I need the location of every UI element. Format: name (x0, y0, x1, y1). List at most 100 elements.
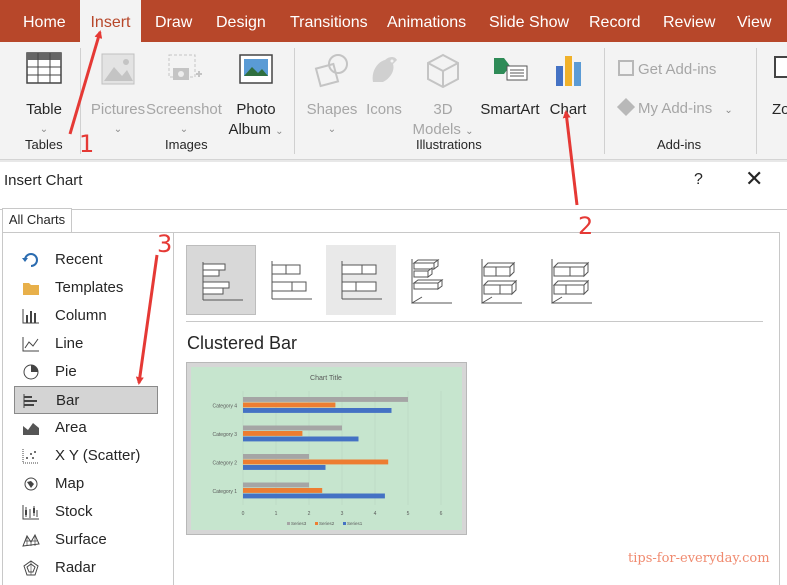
bar-series1-2 (243, 465, 326, 470)
chart-type-label: Area (55, 419, 87, 436)
chart-preview[interactable]: Chart Title 0 1 2 3 4 5 6 Category 1 Category 2 C… (186, 362, 467, 535)
tab-home[interactable]: Home (23, 0, 66, 46)
tab-insert[interactable]: Insert (80, 0, 141, 46)
table-label: Table (26, 101, 62, 118)
subtype-3d-100-stacked-bar[interactable] (536, 245, 606, 315)
chart-type-stock[interactable]: Stock (14, 498, 158, 526)
x-tick-label: 0 (242, 511, 245, 517)
tab-transitions[interactable]: Transitions (290, 0, 368, 46)
chart-type-column[interactable]: Column (14, 302, 158, 330)
chart-type-pie[interactable]: Pie (14, 358, 158, 386)
group-label-images: Images (165, 137, 208, 152)
get-addins-button[interactable]: Get Add-ins (618, 60, 716, 78)
chart-icon (556, 56, 581, 86)
category-label: Category 2 (213, 460, 238, 466)
photo-album-label-line1: Photo (236, 101, 276, 118)
tab-record[interactable]: Record (589, 0, 641, 46)
3d-models-label-line1: 3D (433, 101, 453, 118)
icons-button[interactable]: Icons (360, 50, 408, 132)
zoom-button[interactable]: Zo (766, 50, 787, 132)
shapes-button[interactable]: Shapes ⌄ (304, 50, 360, 135)
tab-view[interactable]: View (737, 0, 771, 46)
pictures-button[interactable]: Pictures ⌄ (90, 50, 146, 135)
help-button[interactable]: ? (694, 171, 703, 189)
chart-type-area[interactable]: Area (14, 414, 158, 442)
subtype-divider (186, 321, 763, 322)
legend-swatch (315, 522, 318, 525)
subtype-clustered-bar[interactable] (186, 245, 256, 315)
get-addins-label: Get Add-ins (638, 61, 717, 78)
cube-icon (427, 53, 459, 88)
my-addins-button[interactable]: My Add-ins ⌄ (616, 97, 733, 117)
preview-chart-title: Chart Title (310, 375, 342, 382)
chart-type-radar[interactable]: Radar (14, 554, 158, 582)
3d-models-button[interactable]: 3D Models ⌄ (410, 50, 476, 138)
bar-series3-1 (243, 482, 309, 488)
photo-album-button[interactable]: Photo Album ⌄ (226, 50, 286, 138)
bar-chart-icon (23, 394, 37, 408)
powerpoint-window: Home Insert Draw Design Transitions Anim… (0, 0, 787, 585)
subtype-stacked-bar[interactable] (256, 245, 326, 315)
tab-review[interactable]: Review (663, 0, 715, 46)
annotation-number-2: 2 (578, 212, 594, 240)
chart-type-label: Templates (55, 279, 124, 296)
bar-series1-4 (243, 408, 392, 413)
folder-icon (23, 283, 39, 295)
ribbon-tab-bar: Home Insert Draw Design Transitions Anim… (0, 0, 787, 46)
bar-series3-2 (243, 454, 309, 459)
store-icon (618, 60, 634, 76)
bar-series2-4 (243, 402, 336, 408)
chart-type-label: Line (55, 335, 84, 352)
ribbon-insert-panel: Table ⌄ Tables Pictures ⌄ Screenshot ⌄ P… (0, 42, 787, 160)
chart-type-templates[interactable]: Templates (14, 274, 158, 302)
percent-stacked-bar-icon (341, 261, 382, 300)
subtype-100-stacked-bar[interactable] (326, 245, 396, 315)
list-divider (173, 232, 174, 585)
chart-type-recent[interactable]: Recent (14, 246, 158, 274)
chevron-down-icon: ⌄ (113, 124, 123, 135)
legend-label: Series3 (291, 521, 307, 526)
chart-type-label: Column (55, 307, 107, 324)
table-button[interactable]: Table ⌄ (18, 50, 70, 135)
chart-button[interactable]: Chart (544, 50, 592, 132)
chart-type-scatter[interactable]: X Y (Scatter) (14, 442, 158, 470)
bar-series2-3 (243, 431, 303, 436)
addin-icon (616, 97, 636, 117)
stacked-bar-icon (271, 261, 312, 300)
tab-animations[interactable]: Animations (387, 0, 466, 46)
line-chart-icon (22, 337, 39, 352)
chart-type-map[interactable]: Map (14, 470, 158, 498)
bar-series1-3 (243, 436, 359, 442)
screenshot-label: Screenshot (146, 101, 222, 118)
bar-series2-1 (243, 488, 323, 493)
x-tick-label: 5 (407, 511, 410, 517)
x-tick-label: 6 (440, 511, 443, 517)
zoom-icon (774, 56, 787, 78)
subtype-3d-clustered-bar[interactable] (396, 245, 466, 315)
screenshot-button[interactable]: Screenshot ⌄ (146, 50, 222, 135)
tab-draw[interactable]: Draw (155, 0, 192, 46)
dialog-title: Insert Chart (4, 172, 83, 189)
photo-album-label-text: Album (228, 121, 271, 138)
bar-series3-3 (243, 425, 342, 431)
close-button[interactable]: ✕ (745, 166, 763, 192)
chart-type-label: Map (55, 475, 85, 492)
tab-slide-show[interactable]: Slide Show (489, 0, 569, 46)
table-icon (26, 52, 62, 84)
x-tick-label: 2 (308, 511, 311, 517)
tab-all-charts[interactable]: All Charts (2, 208, 72, 232)
smartart-button[interactable]: SmartArt (478, 50, 542, 132)
tab-design[interactable]: Design (216, 0, 266, 46)
chart-type-label: Radar (55, 559, 96, 576)
chart-type-surface[interactable]: Surface (14, 526, 158, 554)
shapes-label: Shapes (306, 101, 358, 118)
chart-type-label: Surface (55, 531, 107, 548)
chart-type-bar[interactable]: Bar (14, 386, 158, 414)
chart-subtype-title: Clustered Bar (187, 333, 298, 353)
icons-icon (372, 57, 397, 82)
chart-type-label: Recent (55, 251, 103, 268)
category-label: Category 3 (213, 432, 238, 438)
icons-label: Icons (366, 101, 402, 118)
chart-type-line[interactable]: Line (14, 330, 158, 358)
subtype-3d-stacked-bar[interactable] (466, 245, 536, 315)
